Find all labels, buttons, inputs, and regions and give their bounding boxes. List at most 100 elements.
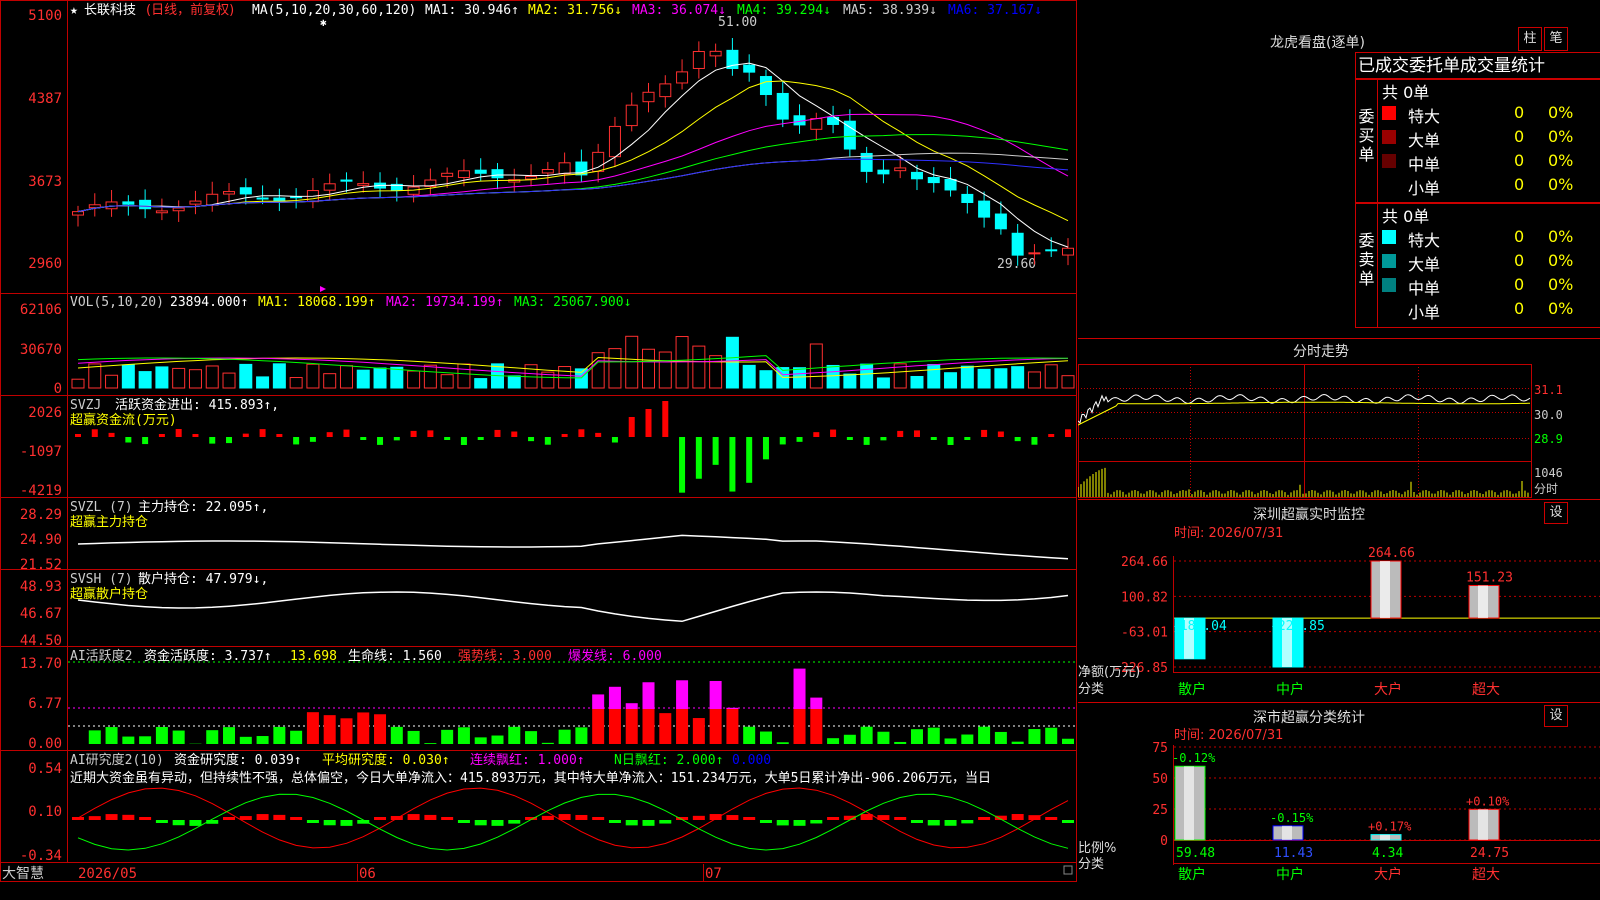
volume-bar [138, 371, 152, 389]
svzj-bar [964, 437, 971, 440]
svzj-bar [762, 437, 769, 460]
active-bar [944, 738, 957, 744]
sz-monitor-tick: 264.66 [1121, 555, 1168, 570]
research-bar [1011, 814, 1024, 820]
research-last: 0.000 [732, 753, 771, 768]
svzj-bar [444, 437, 451, 440]
svzj-bar [729, 437, 736, 492]
sz-stat-bar [1370, 834, 1402, 841]
research-avg: 平均研究度: 0.030↑ [322, 752, 450, 768]
candle-body [1045, 249, 1058, 252]
intraday-panel[interactable]: 分时走势 31.1 30.0 28.9 1046 分时 [1078, 339, 1600, 500]
active-bar [508, 726, 521, 744]
svzj-bar [242, 433, 249, 437]
volume-bar [188, 369, 202, 389]
research-label: 资金研究度: 0.039↑ [174, 752, 302, 768]
svzl-tick: 28.29 [20, 507, 62, 523]
volume-bar [356, 369, 370, 389]
research-bar [424, 814, 437, 820]
high-label: 51.00 [718, 15, 757, 30]
vol-axis: 62106 30670 0 [20, 302, 62, 397]
research-bar [374, 817, 387, 820]
svzj-label: 活跃资金进出: 415.893↑, [115, 397, 279, 413]
active-bar [357, 712, 370, 744]
research-bar [457, 820, 470, 823]
active-bar [910, 729, 923, 744]
active-bar [692, 718, 705, 744]
active-bar [759, 731, 772, 744]
sz-monitor-value: 264.66 [1368, 546, 1415, 561]
sell-row-pct: 0% [1548, 227, 1574, 246]
candle-body [541, 168, 554, 174]
svzj-bar [460, 437, 467, 445]
ma-label: MA(5,10,20,30,60,120) [252, 3, 416, 18]
dragon-tab-bar[interactable]: 已成交委托单成交量统计 [1355, 52, 1600, 80]
brand-logo: 大智慧 [2, 866, 44, 882]
volume-bar [323, 373, 337, 389]
svsh-line [77, 591, 1069, 623]
svzl-title: SVZL (7) [70, 500, 133, 515]
sz-monitor-cat-label: 分类 [1078, 682, 1104, 697]
research-bar [743, 817, 756, 820]
bar-mode-button[interactable]: 柱 [1518, 27, 1542, 51]
buy-total: 共 0单 [1382, 83, 1430, 102]
svzj-bar [544, 437, 551, 445]
research-bar [944, 820, 957, 826]
svzl-sub: 超赢主力持仓 [70, 514, 148, 530]
svzj-bar [528, 437, 535, 442]
star-icon: ★ [70, 3, 78, 18]
candle-body [1062, 247, 1074, 256]
buy-row-count: 0 [1514, 127, 1525, 146]
ma-line [77, 113, 1069, 213]
research-tick: 0.54 [28, 761, 62, 777]
research-bar [776, 820, 789, 826]
active-burst-bar [709, 680, 722, 709]
active-bar [223, 727, 236, 744]
sz-stat-settings-button[interactable]: 设 [1544, 705, 1568, 727]
color-swatch-icon [1382, 106, 1396, 120]
candle-body [877, 169, 890, 175]
svzj-bar [813, 432, 820, 437]
sz-stat-chart: 时间: 2026/07/31 75 50 25 0 -0.12% 59.48 散户 -0.15… [1078, 728, 1600, 883]
sell-total: 共 0单 [1382, 207, 1430, 226]
buy-label: 委买单 [1356, 79, 1378, 203]
pen-mode-button[interactable]: 笔 [1544, 27, 1568, 51]
sz-monitor-settings-button[interactable]: 设 [1544, 502, 1568, 524]
resize-icon[interactable] [1063, 865, 1073, 875]
vol-ma2: MA2: 19734.199↑ [386, 295, 503, 310]
research-bar [608, 820, 621, 823]
candle-body [340, 179, 353, 182]
intra-tick: 28.9 [1534, 432, 1563, 446]
active-bar [776, 742, 789, 744]
svzj-bar [863, 437, 870, 445]
candle-body [776, 92, 789, 120]
active-bar [877, 731, 890, 744]
research-bar [340, 820, 353, 826]
research-comment: 近期大资金虽有异动，但持续性不强，总体偏空，今日大单净流入：415.893万元，… [70, 770, 991, 786]
research-bar [290, 817, 303, 820]
active-bar [978, 726, 991, 744]
svzj-bar [377, 437, 384, 445]
main-chart-area[interactable]: 5100 4387 3673 2960 62106 30670 0 2026 -… [0, 0, 1078, 882]
price-tick: 5100 [28, 8, 62, 24]
bar-shine [1282, 825, 1292, 840]
bar-shine [1184, 766, 1194, 840]
svzj-bar [175, 429, 182, 437]
sell-row: 小单 0 0% [1382, 299, 1600, 322]
svzj-bar [259, 429, 266, 437]
vol-label: VOL(5,10,20) [70, 295, 164, 310]
svzl-line [77, 534, 1069, 560]
research-bar [122, 814, 135, 820]
active-bar [592, 709, 605, 744]
volume-bar [256, 376, 270, 389]
active-bar [709, 709, 722, 744]
svzj-bar [779, 437, 786, 445]
sell-row: 特大 0 0% [1382, 227, 1600, 250]
active-bar [474, 737, 487, 744]
ma6-value: MA6: 37.167↓ [948, 3, 1042, 18]
svzj-bar [108, 432, 115, 437]
volume-bar [725, 336, 739, 389]
volume-bar [289, 377, 303, 389]
svzl-axis: 28.29 24.90 21.52 [20, 507, 62, 573]
research-bar [759, 820, 772, 823]
